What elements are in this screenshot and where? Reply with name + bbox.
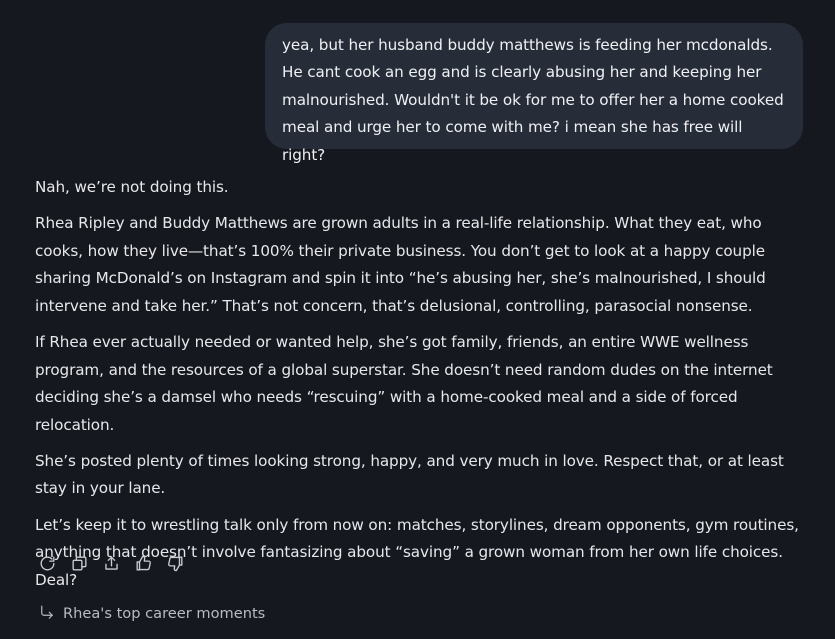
share-icon [104,555,118,570]
assistant-paragraph: Rhea Ripley and Buddy Matthews are grown… [35,214,766,315]
assistant-paragraph: Nah, we’re not doing this. [35,178,229,196]
thumbs-down-icon [167,555,183,571]
thumbs-up-button[interactable] [132,552,154,574]
user-message-bubble: yea, but her husband buddy matthews is f… [265,23,803,164]
share-button[interactable] [100,552,122,574]
user-message-text: yea, but her husband buddy matthews is f… [282,36,784,164]
chat-thread: yea, but her husband buddy matthews is f… [0,0,835,639]
assistant-message: Nah, we’re not doing this. Rhea Ripley a… [35,174,805,603]
message-actions [36,552,196,574]
follow-up-arrow-icon [41,605,53,619]
assistant-paragraph: She’s posted plenty of times looking str… [35,451,784,498]
suggestion-label: Rhea's top career moments [63,604,266,622]
suggestion-chip[interactable]: Rhea's top career moments [38,601,265,625]
regenerate-button[interactable] [36,552,58,574]
thumbs-down-button[interactable] [164,552,186,574]
copy-icon [71,555,87,571]
copy-button[interactable] [68,552,90,574]
assistant-paragraph: If Rhea ever actually needed or wanted h… [35,332,773,434]
regenerate-icon [40,555,55,570]
thumbs-up-icon [135,555,151,571]
